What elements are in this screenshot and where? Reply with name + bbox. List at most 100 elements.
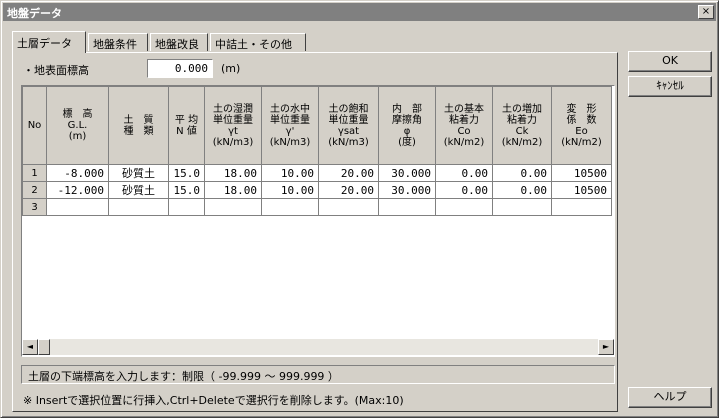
table-row[interactable]: 3	[22, 198, 612, 216]
column-header-line: 係 数	[566, 114, 597, 126]
window-title: 地盤データ	[7, 7, 62, 20]
column-header-line: 土の基本	[444, 103, 484, 115]
tab-soil-layer-data[interactable]: 土層データ	[12, 31, 86, 53]
help-button[interactable]: ヘルプ	[628, 387, 712, 408]
cell-phi[interactable]: 30.000	[378, 181, 436, 199]
column-header-line: Co	[457, 125, 471, 137]
cell-co[interactable]: 0.00	[435, 164, 493, 182]
column-header-line: (kN/m2)	[561, 136, 602, 148]
cell-gw[interactable]	[261, 198, 319, 216]
column-header-line: 土の湿潤	[213, 103, 253, 115]
cell-eo[interactable]	[551, 198, 612, 216]
cell-phi[interactable]	[378, 198, 436, 216]
status-message: 土層の下端標高を入力します：制限（ -99.999 ～ 999.999 ）	[21, 365, 615, 384]
cell-co[interactable]: 0.00	[435, 181, 493, 199]
cell-gsat[interactable]: 20.00	[318, 164, 379, 182]
column-header-line: 標 高	[62, 109, 93, 120]
column-header-no: No	[22, 86, 47, 165]
cell-gw[interactable]: 10.00	[261, 181, 319, 199]
soil-layer-table: No 標 高 G.L. (m) 土 質種 類平 均N 値土の湿潤 単位重量 γt (kN/m3…	[22, 86, 612, 216]
cell-gt[interactable]: 18.00	[204, 164, 262, 182]
column-header-avg-n-value: 平 均N 値	[168, 86, 205, 165]
horizontal-scrollbar[interactable]: ◄ ►	[22, 339, 614, 355]
close-button[interactable]: ×	[698, 5, 714, 19]
row-number: 2	[22, 181, 47, 199]
ground-elevation-unit: (m)	[221, 62, 241, 75]
cell-soil[interactable]: 砂質土	[108, 181, 169, 199]
ok-button[interactable]: OK	[628, 51, 712, 72]
ground-elevation-label: ・地表面標高	[23, 64, 89, 77]
column-header-line: Eo	[575, 125, 588, 137]
cell-eo[interactable]: 10500	[551, 164, 612, 182]
cell-n[interactable]: 15.0	[168, 181, 205, 199]
tab-fill-other[interactable]: 中詰土・その他	[210, 33, 306, 51]
cell-gsat[interactable]	[318, 198, 379, 216]
cancel-button[interactable]: ｷｬﾝｾﾙ	[628, 76, 712, 97]
column-header-line: 土 質	[123, 114, 154, 126]
cell-gl[interactable]: -12.000	[46, 181, 109, 199]
column-header-line: 単位重量	[328, 114, 369, 126]
column-header-line: 単位重量	[270, 114, 310, 126]
cell-soil[interactable]	[108, 198, 169, 216]
column-header-line: γsat	[337, 125, 360, 137]
column-header-line: φ	[403, 125, 411, 137]
column-header-line: 種 類	[123, 125, 154, 137]
cell-ck[interactable]: 0.00	[492, 164, 552, 182]
cell-eo[interactable]: 10500	[551, 181, 612, 199]
cell-n[interactable]	[168, 198, 205, 216]
dialog-window: 地盤データ × 土層データ 地盤条件 地盤改良 中詰土・その他 ・地表面標高 0…	[0, 0, 719, 418]
tab-ground-conditions[interactable]: 地盤条件	[88, 33, 148, 51]
ground-elevation-input[interactable]: 0.000	[147, 59, 213, 78]
column-header-line: 粘着力	[449, 114, 479, 126]
scroll-right-icon[interactable]: ►	[598, 339, 614, 355]
column-header-line: (m)	[68, 131, 87, 142]
soil-layer-grid[interactable]: No 標 高 G.L. (m) 土 質種 類平 均N 値土の湿潤 単位重量 γt (kN/m3…	[21, 85, 615, 357]
title-bar[interactable]: 地盤データ ×	[3, 3, 716, 21]
column-header-soil-type: 土 質種 類	[108, 86, 169, 165]
column-header-line: (度)	[398, 136, 416, 148]
cell-gt[interactable]: 18.00	[204, 181, 262, 199]
cell-soil[interactable]: 砂質土	[108, 164, 169, 182]
cell-n[interactable]: 15.0	[168, 164, 205, 182]
column-header-line: (kN/m2)	[501, 136, 543, 148]
cell-gsat[interactable]: 20.00	[318, 181, 379, 199]
column-header-line: 摩擦角	[392, 114, 422, 126]
table-row[interactable]: 2 -12.000 砂質土 15.0 18.00 10.00 20.00 30.000 0.00…	[22, 181, 612, 199]
column-header-base-cohesion: 土の基本 粘着力 Co (kN/m2)	[435, 86, 493, 165]
cell-gl[interactable]	[46, 198, 109, 216]
cell-ck[interactable]: 0.00	[492, 181, 552, 199]
column-header-line: (kN/m3)	[328, 136, 369, 148]
tab-ground-improvement[interactable]: 地盤改良	[150, 33, 208, 51]
column-header-line: N 値	[176, 125, 197, 137]
column-header-saturated-unit-weight: 土の飽和 単位重量 γsat (kN/m3)	[318, 86, 379, 165]
cell-gl[interactable]: -8.000	[46, 164, 109, 182]
scroll-thumb[interactable]	[38, 339, 50, 355]
row-number: 3	[22, 198, 47, 216]
column-header-line: γ'	[285, 125, 295, 137]
column-header-elevation: 標 高 G.L. (m)	[46, 86, 109, 165]
column-header-wet-unit-weight: 土の湿潤 単位重量 γt (kN/m3)	[204, 86, 262, 165]
cell-phi[interactable]: 30.000	[378, 164, 436, 182]
column-header-line: (kN/m3)	[269, 136, 311, 148]
column-header-line: 土の水中	[270, 103, 310, 115]
grid-header-row: No 標 高 G.L. (m) 土 質種 類平 均N 値土の湿潤 単位重量 γt (kN/m3…	[22, 86, 612, 165]
cell-co[interactable]	[435, 198, 493, 216]
scroll-left-icon[interactable]: ◄	[22, 339, 38, 355]
column-header-line: 土の増加	[502, 103, 542, 115]
cell-gt[interactable]	[204, 198, 262, 216]
column-header-submerged-unit-weight: 土の水中 単位重量 γ' (kN/m3)	[261, 86, 319, 165]
column-header-line: γt	[228, 125, 238, 137]
column-header-line: 粘着力	[507, 114, 537, 126]
column-header-line: Ck	[515, 125, 529, 137]
column-header-line: (kN/m3)	[212, 136, 254, 148]
table-row[interactable]: 1 -8.000 砂質土 15.0 18.00 10.00 20.00 30.000 0.00 0…	[22, 164, 612, 182]
cell-ck[interactable]	[492, 198, 552, 216]
cell-gw[interactable]: 10.00	[261, 164, 319, 182]
column-header-line: 土の飽和	[328, 103, 369, 115]
column-header-line: 変 形	[566, 103, 597, 115]
column-header-line: 単位重量	[213, 114, 253, 126]
column-header-line: (kN/m2)	[443, 136, 485, 148]
column-header-friction-angle: 内 部摩擦角 φ (度)	[378, 86, 436, 165]
column-header-line: G.L.	[67, 120, 88, 131]
hint-text: ※ Insertで選択位置に行挿入,Ctrl+Deleteで選択行を削除します。…	[23, 394, 404, 407]
